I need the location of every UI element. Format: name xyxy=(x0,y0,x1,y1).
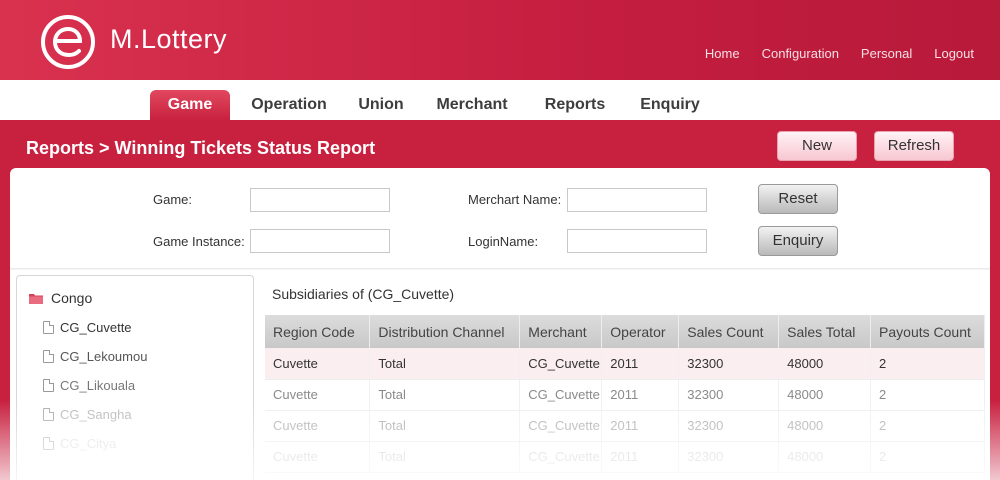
col-merchant[interactable]: Merchant xyxy=(519,315,603,348)
cell-sales-total: 48000 xyxy=(778,441,872,473)
cell-sales-count: 32300 xyxy=(678,348,780,380)
game-label: Game: xyxy=(153,192,193,207)
cell-sales-count: 32300 xyxy=(678,410,780,442)
tree-item-cg-cuvette[interactable]: CG_Cuvette xyxy=(43,320,132,335)
col-payouts-count[interactable]: Payouts Count xyxy=(870,315,985,348)
cell-merchant: CG_Cuvette xyxy=(519,348,603,380)
login-name-input[interactable] xyxy=(567,229,707,253)
cell-payouts-count: 2 xyxy=(870,348,985,380)
tree-item-label: CG_Cuvette xyxy=(60,320,132,335)
cell-operator: 2011 xyxy=(601,410,680,442)
table-caption: Subsidiaries of (CG_Cuvette) xyxy=(272,286,455,302)
nav-home-link[interactable]: Home xyxy=(705,46,740,61)
panel-divider xyxy=(10,268,990,270)
cell-region-code: Cuvette xyxy=(265,379,371,411)
document-icon xyxy=(43,408,54,421)
tree-item-cg-likouala[interactable]: CG_Likouala xyxy=(43,378,135,393)
tab-union[interactable]: Union xyxy=(348,90,414,120)
tree-item-label: CG_Citya xyxy=(60,436,117,451)
subsidiaries-table: Region Code Distribution Channel Merchan… xyxy=(265,315,985,473)
brand-name: M.Lottery xyxy=(110,24,228,54)
cell-payouts-count: 2 xyxy=(870,379,985,411)
document-icon xyxy=(43,379,54,392)
cell-payouts-count: 2 xyxy=(870,441,985,473)
tree-item-cg-citya[interactable]: CG_Citya xyxy=(43,436,116,451)
cell-operator: 2011 xyxy=(601,441,680,473)
document-icon xyxy=(43,321,54,334)
tree-item-cg-lekoumou[interactable]: CG_Lekoumou xyxy=(43,349,147,364)
cell-distribution-channel: Total xyxy=(369,441,521,473)
cell-sales-total: 48000 xyxy=(778,348,872,380)
game-instance-label: Game Instance: xyxy=(153,234,245,249)
cell-sales-count: 32300 xyxy=(678,441,780,473)
tab-game[interactable]: Game xyxy=(150,90,230,120)
col-operator[interactable]: Operator xyxy=(601,315,680,348)
table-row[interactable]: Cuvette Total CG_Cuvette 2011 32300 4800… xyxy=(265,410,985,442)
cell-sales-total: 48000 xyxy=(778,379,872,411)
region-tree: Congo CG_Cuvette CG_Lekoumou CG_Likouala… xyxy=(16,275,254,480)
col-distribution-channel[interactable]: Distribution Channel xyxy=(369,315,521,348)
document-icon xyxy=(43,350,54,363)
col-region-code[interactable]: Region Code xyxy=(265,315,371,348)
cell-merchant: CG_Cuvette xyxy=(519,379,603,411)
folder-icon xyxy=(29,293,43,304)
col-sales-count[interactable]: Sales Count xyxy=(678,315,780,348)
table-row[interactable]: Cuvette Total CG_Cuvette 2011 32300 4800… xyxy=(265,379,985,411)
reset-button[interactable]: Reset xyxy=(758,184,838,214)
top-nav: Home Configuration Personal Logout xyxy=(705,46,974,61)
table-row[interactable]: Cuvette Total CG_Cuvette 2011 32300 4800… xyxy=(265,441,985,473)
refresh-button[interactable]: Refresh xyxy=(874,131,954,161)
game-instance-input[interactable] xyxy=(250,229,390,253)
cell-merchant: CG_Cuvette xyxy=(519,410,603,442)
tree-item-label: CG_Likouala xyxy=(60,378,136,393)
merchant-name-input[interactable] xyxy=(567,188,707,212)
tree-root-label: Congo xyxy=(51,290,93,306)
tree-item-label: CG_Lekoumou xyxy=(60,349,148,364)
page-title: Reports > Winning Tickets Status Report xyxy=(26,138,376,158)
cell-sales-count: 32300 xyxy=(678,379,780,411)
cell-payouts-count: 2 xyxy=(870,410,985,442)
table-row[interactable]: Cuvette Total CG_Cuvette 2011 32300 4800… xyxy=(265,348,985,380)
tree-root-congo[interactable]: Congo xyxy=(29,290,92,306)
game-input[interactable] xyxy=(250,188,390,212)
tab-merchant[interactable]: Merchant xyxy=(428,90,516,120)
cell-operator: 2011 xyxy=(601,348,680,380)
app-header: M.Lottery Home Configuration Personal Lo… xyxy=(0,0,1000,80)
cell-merchant: CG_Cuvette xyxy=(519,441,603,473)
cell-sales-total: 48000 xyxy=(778,410,872,442)
enquiry-button[interactable]: Enquiry xyxy=(758,226,838,256)
new-button[interactable]: New xyxy=(777,131,857,161)
cell-distribution-channel: Total xyxy=(369,348,521,380)
nav-logout-link[interactable]: Logout xyxy=(934,46,974,61)
cell-region-code: Cuvette xyxy=(265,441,371,473)
cell-region-code: Cuvette xyxy=(265,348,371,380)
nav-personal-link[interactable]: Personal xyxy=(861,46,912,61)
tab-operation[interactable]: Operation xyxy=(244,90,334,120)
document-icon xyxy=(43,437,54,450)
tab-enquiry[interactable]: Enquiry xyxy=(632,90,708,120)
tree-item-label: CG_Sangha xyxy=(60,407,132,422)
cell-distribution-channel: Total xyxy=(369,410,521,442)
tab-reports[interactable]: Reports xyxy=(536,90,614,120)
main-tabs: Game Operation Union Merchant Reports En… xyxy=(0,80,1000,120)
tree-item-cg-sangha[interactable]: CG_Sangha xyxy=(43,407,132,422)
col-sales-total[interactable]: Sales Total xyxy=(778,315,872,348)
nav-configuration-link[interactable]: Configuration xyxy=(762,46,839,61)
cell-distribution-channel: Total xyxy=(369,379,521,411)
table-header-row: Region Code Distribution Channel Merchan… xyxy=(265,315,985,348)
merchant-name-label: Merchart Name: xyxy=(468,192,562,207)
cell-operator: 2011 xyxy=(601,379,680,411)
cell-region-code: Cuvette xyxy=(265,410,371,442)
m-lottery-logo-icon[interactable] xyxy=(40,14,96,70)
login-name-label: LoginName: xyxy=(468,234,539,249)
